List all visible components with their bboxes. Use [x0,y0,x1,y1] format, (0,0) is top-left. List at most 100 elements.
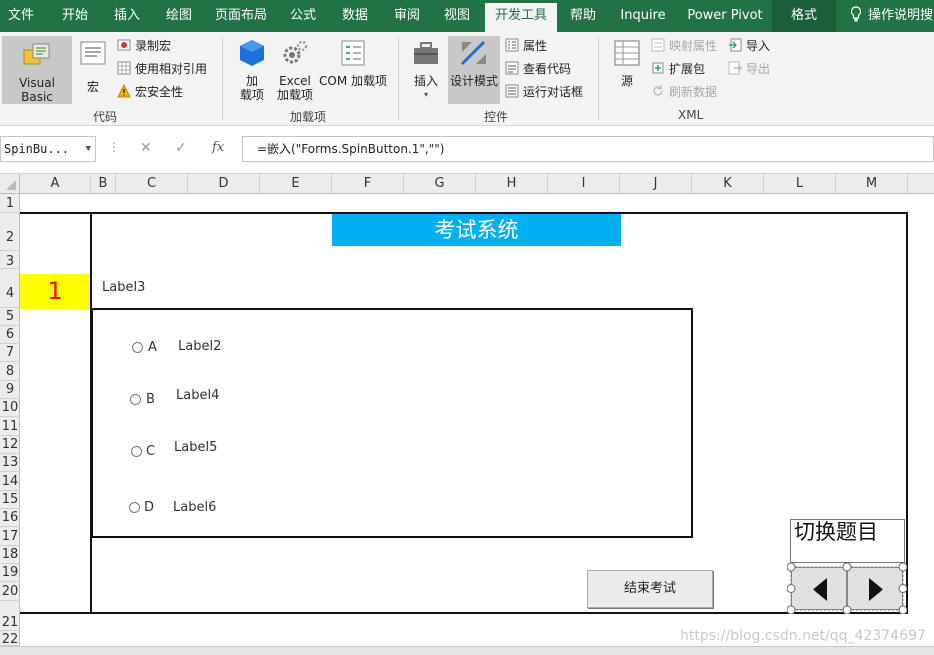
refresh-data-button[interactable]: 刷新数据 [651,82,717,102]
row-header[interactable]: 4 [0,269,20,308]
group-separator [398,38,399,120]
row-header[interactable]: 3 [0,251,20,269]
tab-formulas[interactable]: 公式 [280,0,326,32]
end-exam-button[interactable]: 结束考试 [587,570,713,608]
design-mode-button[interactable]: 设计模式 [448,36,500,104]
column-header[interactable]: C [116,174,188,194]
run-dialog-button[interactable]: 运行对话框 [505,82,583,102]
column-header[interactable]: I [548,174,620,194]
name-box[interactable]: SpinBu... ▼ [0,136,96,162]
tab-developer[interactable]: 开发工具 [485,3,557,32]
tab-file[interactable]: 文件 [0,0,42,32]
visual-basic-icon [23,43,50,65]
tab-power-pivot[interactable]: Power Pivot [682,0,768,32]
relative-reference-icon [117,61,131,75]
worksheet[interactable]: 考试系统 1 Label3 A Label2 B Label4 C Label5… [20,194,934,646]
row-header[interactable]: 21 [0,601,20,631]
row-header[interactable]: 14 [0,472,20,491]
row-header[interactable]: 1 [0,194,20,213]
option-a-radio[interactable] [132,342,143,353]
row-headers: 1 2 3 4 5 6 7 8 9 10 11 12 13 14 15 16 1… [0,194,20,647]
record-macro-button[interactable]: 录制宏 [117,36,171,56]
lightbulb-icon [850,6,862,22]
column-header[interactable]: L [764,174,836,194]
insert-control-button[interactable]: 插入 ▾ [408,38,444,102]
row-header[interactable]: 9 [0,381,20,399]
refresh-icon [653,85,663,96]
column-header[interactable]: M [836,174,908,194]
tab-data[interactable]: 数据 [332,0,378,32]
enter-icon[interactable]: ✓ [175,140,187,156]
row-header[interactable]: 5 [0,308,20,326]
triangle-right-icon [869,578,883,601]
column-header[interactable]: G [404,174,476,194]
row-header[interactable]: 10 [0,399,20,417]
spin-right-button[interactable] [847,567,903,610]
tab-page-layout[interactable]: 页面布局 [208,0,274,32]
row-header[interactable]: 16 [0,509,20,527]
import-button[interactable]: 导入 [728,36,770,56]
more-options-icon[interactable]: ⋮ [108,140,120,154]
addins-button[interactable]: 加 载项 [234,38,270,102]
view-code-button[interactable]: 查看代码 [505,59,571,79]
column-header[interactable]: J [620,174,692,194]
row-header[interactable]: 7 [0,344,20,362]
refresh-data-label: 刷新数据 [669,85,718,99]
macros-button[interactable]: 宏 [76,38,110,94]
tab-home[interactable]: 开始 [52,0,98,32]
xml-source-button[interactable]: 源 [608,38,646,88]
tab-review[interactable]: 审阅 [384,0,430,32]
row-header[interactable]: 6 [0,326,20,344]
option-c-radio[interactable] [131,446,142,457]
tab-help[interactable]: 帮助 [562,0,604,32]
tell-me-search[interactable]: 操作说明搜 [842,0,934,32]
chevron-down-icon[interactable]: ▼ [86,137,91,161]
option-d-label: Label6 [173,500,217,515]
com-addins-label: COM 加载项 [319,74,387,88]
tab-format[interactable]: 格式 [772,0,836,32]
cancel-icon[interactable]: ✕ [140,140,152,156]
macro-security-button[interactable]: 宏安全性 [117,82,183,102]
row-header[interactable]: 18 [0,546,20,564]
column-header[interactable]: K [692,174,764,194]
column-header[interactable]: F [332,174,404,194]
formula-input[interactable]: =嵌入("Forms.SpinButton.1","") [242,136,934,162]
row-header[interactable]: 13 [0,454,20,472]
row-header[interactable]: 22 [0,631,20,647]
row-header[interactable]: 2 [0,213,20,251]
select-all-corner[interactable] [0,174,20,194]
row-header[interactable]: 15 [0,491,20,509]
column-header[interactable]: H [476,174,548,194]
tab-draw[interactable]: 绘图 [156,0,202,32]
run-dialog-icon [505,84,519,98]
row-header[interactable]: 8 [0,362,20,381]
spin-button[interactable] [787,563,907,614]
com-addins-button[interactable]: COM 加载项 [316,38,390,88]
column-header[interactable]: E [260,174,332,194]
column-header[interactable]: A [20,174,91,194]
option-d-radio[interactable] [129,502,140,513]
visual-basic-button[interactable]: Visual Basic [2,36,72,104]
expansion-packs-button[interactable]: 扩展包 [651,59,705,79]
option-b-radio[interactable] [130,394,141,405]
spin-left-button[interactable] [791,567,847,610]
column-header[interactable]: D [188,174,260,194]
relative-reference-button[interactable]: 使用相对引用 [117,59,207,79]
export-button[interactable]: 导出 [728,59,770,79]
row-header[interactable]: 12 [0,436,20,454]
row-header[interactable]: 20 [0,582,20,601]
tab-inquire[interactable]: Inquire [612,0,674,32]
tab-view[interactable]: 视图 [436,0,478,32]
row-header[interactable]: 11 [0,417,20,436]
map-properties-button[interactable]: 映射属性 [651,36,717,56]
tab-insert[interactable]: 插入 [104,0,150,32]
excel-addins-button[interactable]: Excel 加载项 [274,38,316,102]
row-header[interactable]: 17 [0,527,20,546]
visual-basic-label: Visual Basic [19,76,55,104]
properties-button[interactable]: 属性 [505,36,547,56]
row-header[interactable]: 19 [0,564,20,582]
import-label: 导入 [746,39,771,53]
column-header[interactable]: B [91,174,116,194]
insert-function-icon[interactable]: fx [212,140,224,155]
option-a-letter: A [148,340,157,355]
